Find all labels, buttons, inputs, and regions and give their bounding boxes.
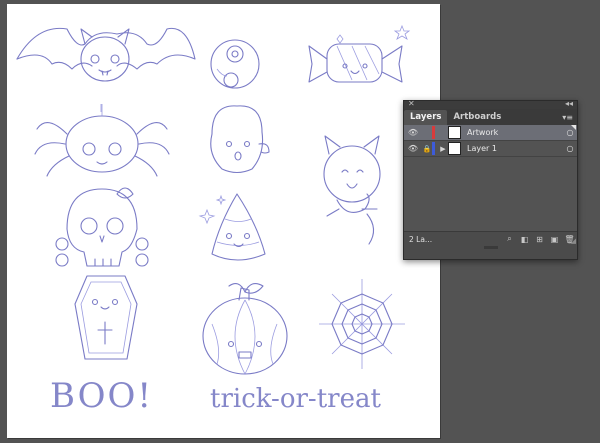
layer-thumbnail [448,126,461,139]
layer-row-layer-1[interactable]: 👁 🔒 ▶ Layer 1 ○ [404,141,577,157]
boo-caption: BOO! [50,376,154,416]
new-layer-icon[interactable]: ▣ [547,235,562,244]
tab-layers[interactable]: Layers [404,110,448,125]
double-arrow-icon[interactable]: ◂◂ [565,99,573,108]
layer-name[interactable]: Layer 1 [467,144,563,153]
sketch-canvas [16,24,411,375]
selection-marker [571,125,576,130]
layer-thumbnail [448,142,461,155]
candy-corn-sketch [198,193,266,261]
layers-list: 👁 Artwork ○ 👁 🔒 ▶ Layer 1 ○ [404,125,577,231]
candy-sketch [308,24,411,83]
artboard[interactable] [7,4,440,438]
panel-grip[interactable] [484,246,498,249]
layer-color-swatch [432,142,435,155]
skull-sketch [55,187,149,267]
eye-icon[interactable]: 👁 [404,144,422,153]
ghost-sketch [210,105,270,174]
panel-footer: 2 La... ⌕ ◧ ⊞ ▣ 🗑 ◢ [404,231,577,249]
trick-or-treat-caption: trick-or-treat [210,384,381,414]
eye-icon[interactable]: 👁 [404,128,422,137]
panel-tabs: Layers Artboards ▾≡ [404,109,577,125]
target-circle-icon[interactable]: ○ [563,144,577,153]
close-icon[interactable]: ✕ [408,99,415,108]
layer-color-swatch [432,126,435,139]
lock-icon[interactable]: 🔒 [422,145,432,153]
pumpkin-sketch [202,283,288,375]
layers-panel[interactable]: ✕ ◂◂ Layers Artboards ▾≡ 👁 Artwork ○ 👁 🔒… [403,99,578,260]
locate-object-icon[interactable]: ⌕ [502,234,517,244]
layer-row-artwork[interactable]: 👁 Artwork ○ [404,125,577,141]
coffin-sketch [74,275,138,360]
resize-handle[interactable]: ◢ [571,237,576,245]
spiderweb-sketch [319,279,405,369]
bat-sketch [16,27,196,112]
tab-artboards[interactable]: Artboards [447,110,507,125]
spider-sketch [34,104,170,177]
new-sublayer-icon[interactable]: ⊞ [532,235,547,244]
panel-menu-icon[interactable]: ▾≡ [562,113,573,122]
cat-sketch [323,135,381,245]
layer-count: 2 La... [409,234,433,244]
disclosure-triangle-icon[interactable]: ▶ [438,145,448,153]
clipping-mask-icon[interactable]: ◧ [517,235,532,244]
panel-title-bar[interactable]: ✕ ◂◂ [404,99,577,109]
layer-name[interactable]: Artwork [467,128,563,137]
eyeball-sketch [210,39,260,89]
